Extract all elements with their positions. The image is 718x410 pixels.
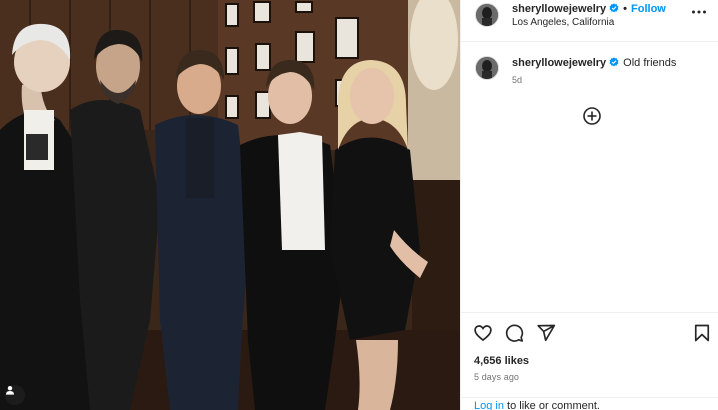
heart-icon[interactable]	[473, 323, 493, 343]
avatar-image	[476, 4, 498, 26]
more-horizontal-icon[interactable]	[691, 6, 707, 18]
user-tag-icon	[6, 386, 14, 395]
post-header: sheryllowejewelry • Follow Los Angeles, Ca…	[461, 0, 718, 42]
caption-line: sheryllowejewelry Old friends	[512, 57, 676, 69]
follow-button[interactable]: Follow	[631, 3, 666, 15]
caption-text: Old friends	[623, 57, 677, 69]
caption-username[interactable]: sheryllowejewelry	[512, 57, 606, 69]
likes-count[interactable]: 4,656 likes	[474, 355, 529, 367]
tagged-users-button[interactable]	[5, 385, 25, 405]
caption-author-avatar[interactable]	[475, 56, 499, 80]
post-sidebar: sheryllowejewelry • Follow Los Angeles, Ca…	[460, 0, 718, 410]
author-avatar[interactable]	[475, 3, 499, 27]
send-icon[interactable]	[536, 323, 556, 343]
header-user-line: sheryllowejewelry • Follow	[512, 3, 666, 15]
post-photo[interactable]	[0, 0, 460, 410]
login-suffix: to like or comment.	[503, 400, 600, 410]
caption-age: 5d	[512, 75, 523, 85]
login-prompt: Log in to like or comment.	[461, 397, 718, 410]
verified-badge-icon	[609, 3, 619, 13]
post-location[interactable]: Los Angeles, California	[512, 17, 614, 28]
verified-badge-icon	[609, 57, 619, 67]
avatar-image	[476, 57, 498, 79]
author-username[interactable]: sheryllowejewelry	[512, 3, 606, 15]
post-actions: 4,656 likes 5 days ago Log in to like or…	[461, 312, 718, 410]
login-link[interactable]: Log in	[474, 400, 504, 410]
group-photo-illustration	[0, 0, 460, 410]
post-timestamp[interactable]: 5 days ago	[474, 372, 519, 382]
comment-icon[interactable]	[504, 323, 524, 343]
plus-circle-icon[interactable]	[582, 106, 602, 126]
bookmark-icon[interactable]	[692, 323, 712, 343]
header-separator: •	[623, 3, 628, 15]
